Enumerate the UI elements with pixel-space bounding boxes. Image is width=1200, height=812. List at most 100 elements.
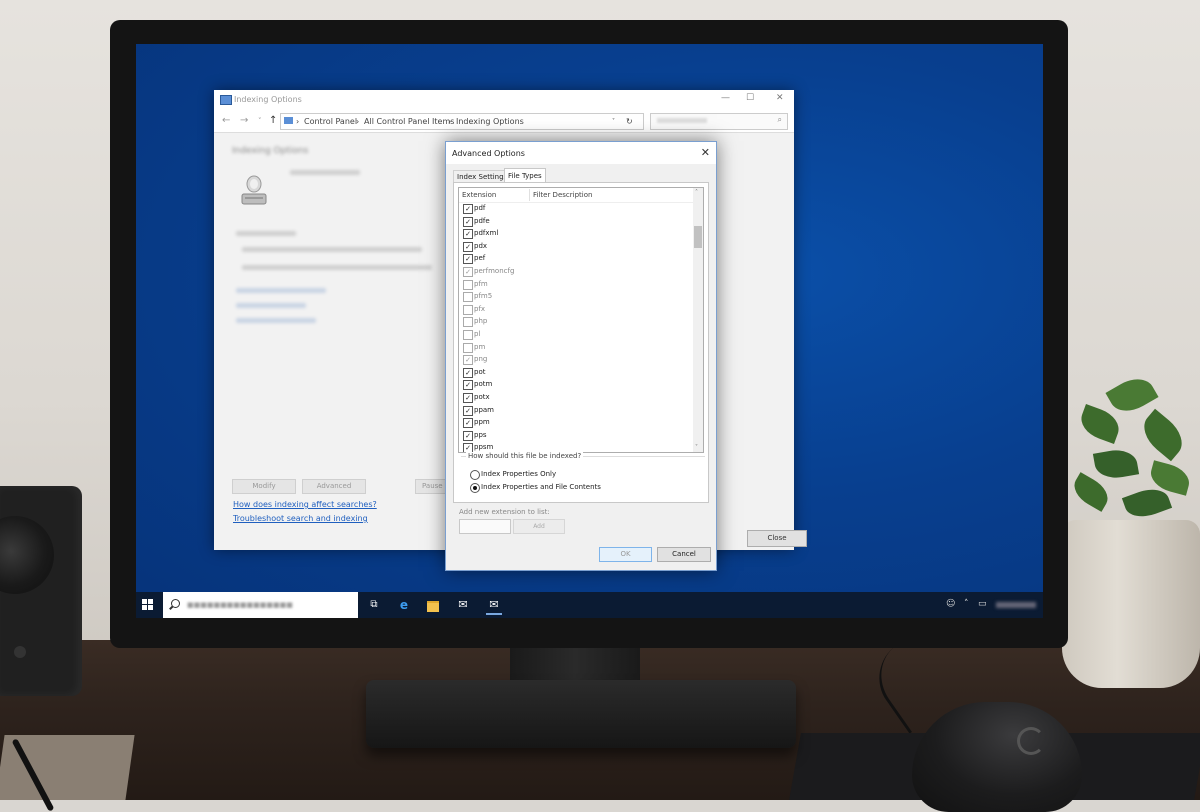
- list-item[interactable]: pl: [461, 329, 683, 341]
- breadcrumb-all-items[interactable]: All Control Panel Items: [364, 117, 454, 126]
- back-arrow-icon[interactable]: ←: [222, 115, 230, 126]
- list-item[interactable]: pfm: [461, 279, 683, 291]
- clock[interactable]: [996, 602, 1036, 608]
- unchecked-checkbox[interactable]: [463, 330, 473, 340]
- blurred-text: [290, 170, 360, 175]
- add-extension-label: Add new extension to list:: [459, 508, 550, 516]
- radio-properties-contents[interactable]: [470, 483, 480, 493]
- blurred-text: [236, 288, 326, 293]
- column-filter-description[interactable]: Filter Description: [533, 191, 592, 199]
- list-item[interactable]: php: [461, 316, 683, 328]
- extension-name: pdfe: [474, 216, 490, 225]
- extension-name: ppam: [474, 405, 494, 414]
- add-extension-button[interactable]: Add: [513, 519, 565, 534]
- unchecked-checkbox[interactable]: [463, 292, 473, 303]
- close-button[interactable]: Close: [747, 530, 807, 547]
- checked-checkbox[interactable]: ✓: [463, 393, 473, 403]
- list-item[interactable]: ✓ potm: [461, 379, 683, 391]
- extension-name: pfm: [474, 279, 488, 288]
- ok-button[interactable]: OK: [599, 547, 652, 562]
- list-item[interactable]: ✓ ppm: [461, 417, 683, 429]
- list-item[interactable]: ✓ pps: [461, 430, 683, 442]
- unchecked-checkbox[interactable]: [463, 304, 473, 315]
- list-item[interactable]: ✓ pef: [461, 253, 683, 265]
- checked-checkbox[interactable]: ✓: [463, 430, 473, 441]
- breadcrumb-dropdown-icon[interactable]: ˅: [612, 118, 615, 125]
- list-item[interactable]: pm: [461, 342, 683, 354]
- indexing-heading: Indexing Options: [232, 146, 309, 156]
- checked-checkbox[interactable]: ✓: [463, 367, 473, 378]
- list-item[interactable]: ✓ potx: [461, 392, 683, 404]
- blurred-text: [242, 247, 422, 252]
- mail-icon[interactable]: ✉: [486, 597, 502, 615]
- how-indexing-link[interactable]: How does indexing affect searches?: [233, 500, 377, 509]
- tray-chevron-icon[interactable]: ˄: [964, 599, 969, 609]
- extension-name: pl: [474, 330, 481, 338]
- unchecked-checkbox[interactable]: [463, 279, 473, 290]
- scroll-thumb[interactable]: [694, 226, 702, 248]
- list-item[interactable]: ✓ ppam: [461, 405, 683, 417]
- recent-dropdown-icon[interactable]: ˅: [258, 117, 262, 125]
- mail-icon[interactable]: ✉: [455, 597, 471, 613]
- checked-checkbox[interactable]: ✓: [463, 267, 473, 277]
- refresh-icon[interactable]: ↻: [626, 117, 633, 126]
- radio-properties-contents-label[interactable]: Index Properties and File Contents: [481, 483, 601, 491]
- minimize-button[interactable]: —: [721, 93, 730, 103]
- checked-checkbox[interactable]: ✓: [463, 241, 473, 252]
- breadcrumb[interactable]: › Control Panel › All Control Panel Item…: [280, 113, 644, 130]
- task-view-icon[interactable]: ⧉: [366, 597, 382, 613]
- checked-checkbox[interactable]: ✓: [463, 216, 473, 227]
- add-extension-input[interactable]: [459, 519, 511, 534]
- modify-button[interactable]: Modify: [232, 479, 296, 494]
- edge-icon[interactable]: e: [396, 597, 412, 613]
- window-titlebar: Indexing Options — ☐ ✕: [214, 90, 794, 110]
- checked-checkbox[interactable]: ✓: [463, 405, 473, 416]
- list-item[interactable]: ✓ pdfxml: [461, 228, 683, 240]
- scroll-up-icon[interactable]: ˄: [695, 189, 698, 196]
- advanced-button[interactable]: Advanced: [302, 479, 366, 494]
- search-icon: ⌕: [777, 115, 782, 124]
- list-item[interactable]: ✓ png: [461, 354, 683, 366]
- battery-icon[interactable]: ▭: [978, 599, 987, 609]
- checked-checkbox[interactable]: ✓: [463, 418, 473, 429]
- unchecked-checkbox[interactable]: [463, 342, 473, 353]
- checked-checkbox[interactable]: ✓: [463, 254, 473, 265]
- breadcrumb-indexing-options[interactable]: Indexing Options: [456, 117, 524, 126]
- checked-checkbox[interactable]: ✓: [463, 355, 473, 366]
- list-item[interactable]: ✓ perfmoncfg: [461, 266, 683, 278]
- people-icon[interactable]: ☺: [946, 599, 955, 609]
- logo-icon: [1017, 727, 1045, 755]
- taskbar-search[interactable]: ■■■■■■■■■■■■■■■■: [163, 592, 358, 618]
- file-explorer-icon[interactable]: [425, 597, 441, 613]
- list-item[interactable]: ✓ pdf: [461, 203, 683, 215]
- list-item[interactable]: ✓ pdfe: [461, 216, 683, 228]
- breadcrumb-control-panel[interactable]: Control Panel: [304, 117, 357, 126]
- scroll-down-icon[interactable]: ˅: [695, 444, 698, 451]
- search-input[interactable]: ⌕: [650, 113, 788, 130]
- maximize-button[interactable]: ☐: [746, 93, 754, 103]
- column-extension[interactable]: Extension: [462, 191, 496, 199]
- list-item[interactable]: pfm5: [461, 291, 683, 303]
- windows-start-icon[interactable]: [142, 599, 154, 611]
- plant-pot: [1062, 520, 1200, 688]
- list-scrollbar[interactable]: ˄ ˅: [693, 188, 703, 452]
- window-close-button[interactable]: ✕: [776, 93, 784, 103]
- list-item[interactable]: ✓ pdx: [461, 241, 683, 253]
- list-item[interactable]: ✓ pot: [461, 367, 683, 379]
- checked-checkbox[interactable]: ✓: [463, 229, 473, 240]
- checked-checkbox[interactable]: ✓: [463, 380, 473, 391]
- forward-arrow-icon[interactable]: →: [240, 115, 248, 126]
- extension-list[interactable]: Extension Filter Description ✓ pdf ✓ pdfe ✓ p…: [458, 187, 704, 453]
- radio-properties-only-label[interactable]: Index Properties Only: [481, 470, 556, 478]
- cancel-button[interactable]: Cancel: [657, 547, 711, 562]
- dialog-close-icon[interactable]: ✕: [701, 146, 710, 159]
- checked-checkbox[interactable]: ✓: [463, 204, 473, 214]
- blurred-text: [236, 231, 296, 236]
- list-item[interactable]: pfx: [461, 304, 683, 316]
- extension-name: pot: [474, 367, 486, 376]
- dialog-title: Advanced Options: [452, 149, 525, 158]
- up-arrow-icon[interactable]: ↑: [269, 115, 277, 126]
- radio-properties-only[interactable]: [470, 470, 480, 480]
- troubleshoot-link[interactable]: Troubleshoot search and indexing: [233, 514, 368, 523]
- unchecked-checkbox[interactable]: [463, 317, 473, 328]
